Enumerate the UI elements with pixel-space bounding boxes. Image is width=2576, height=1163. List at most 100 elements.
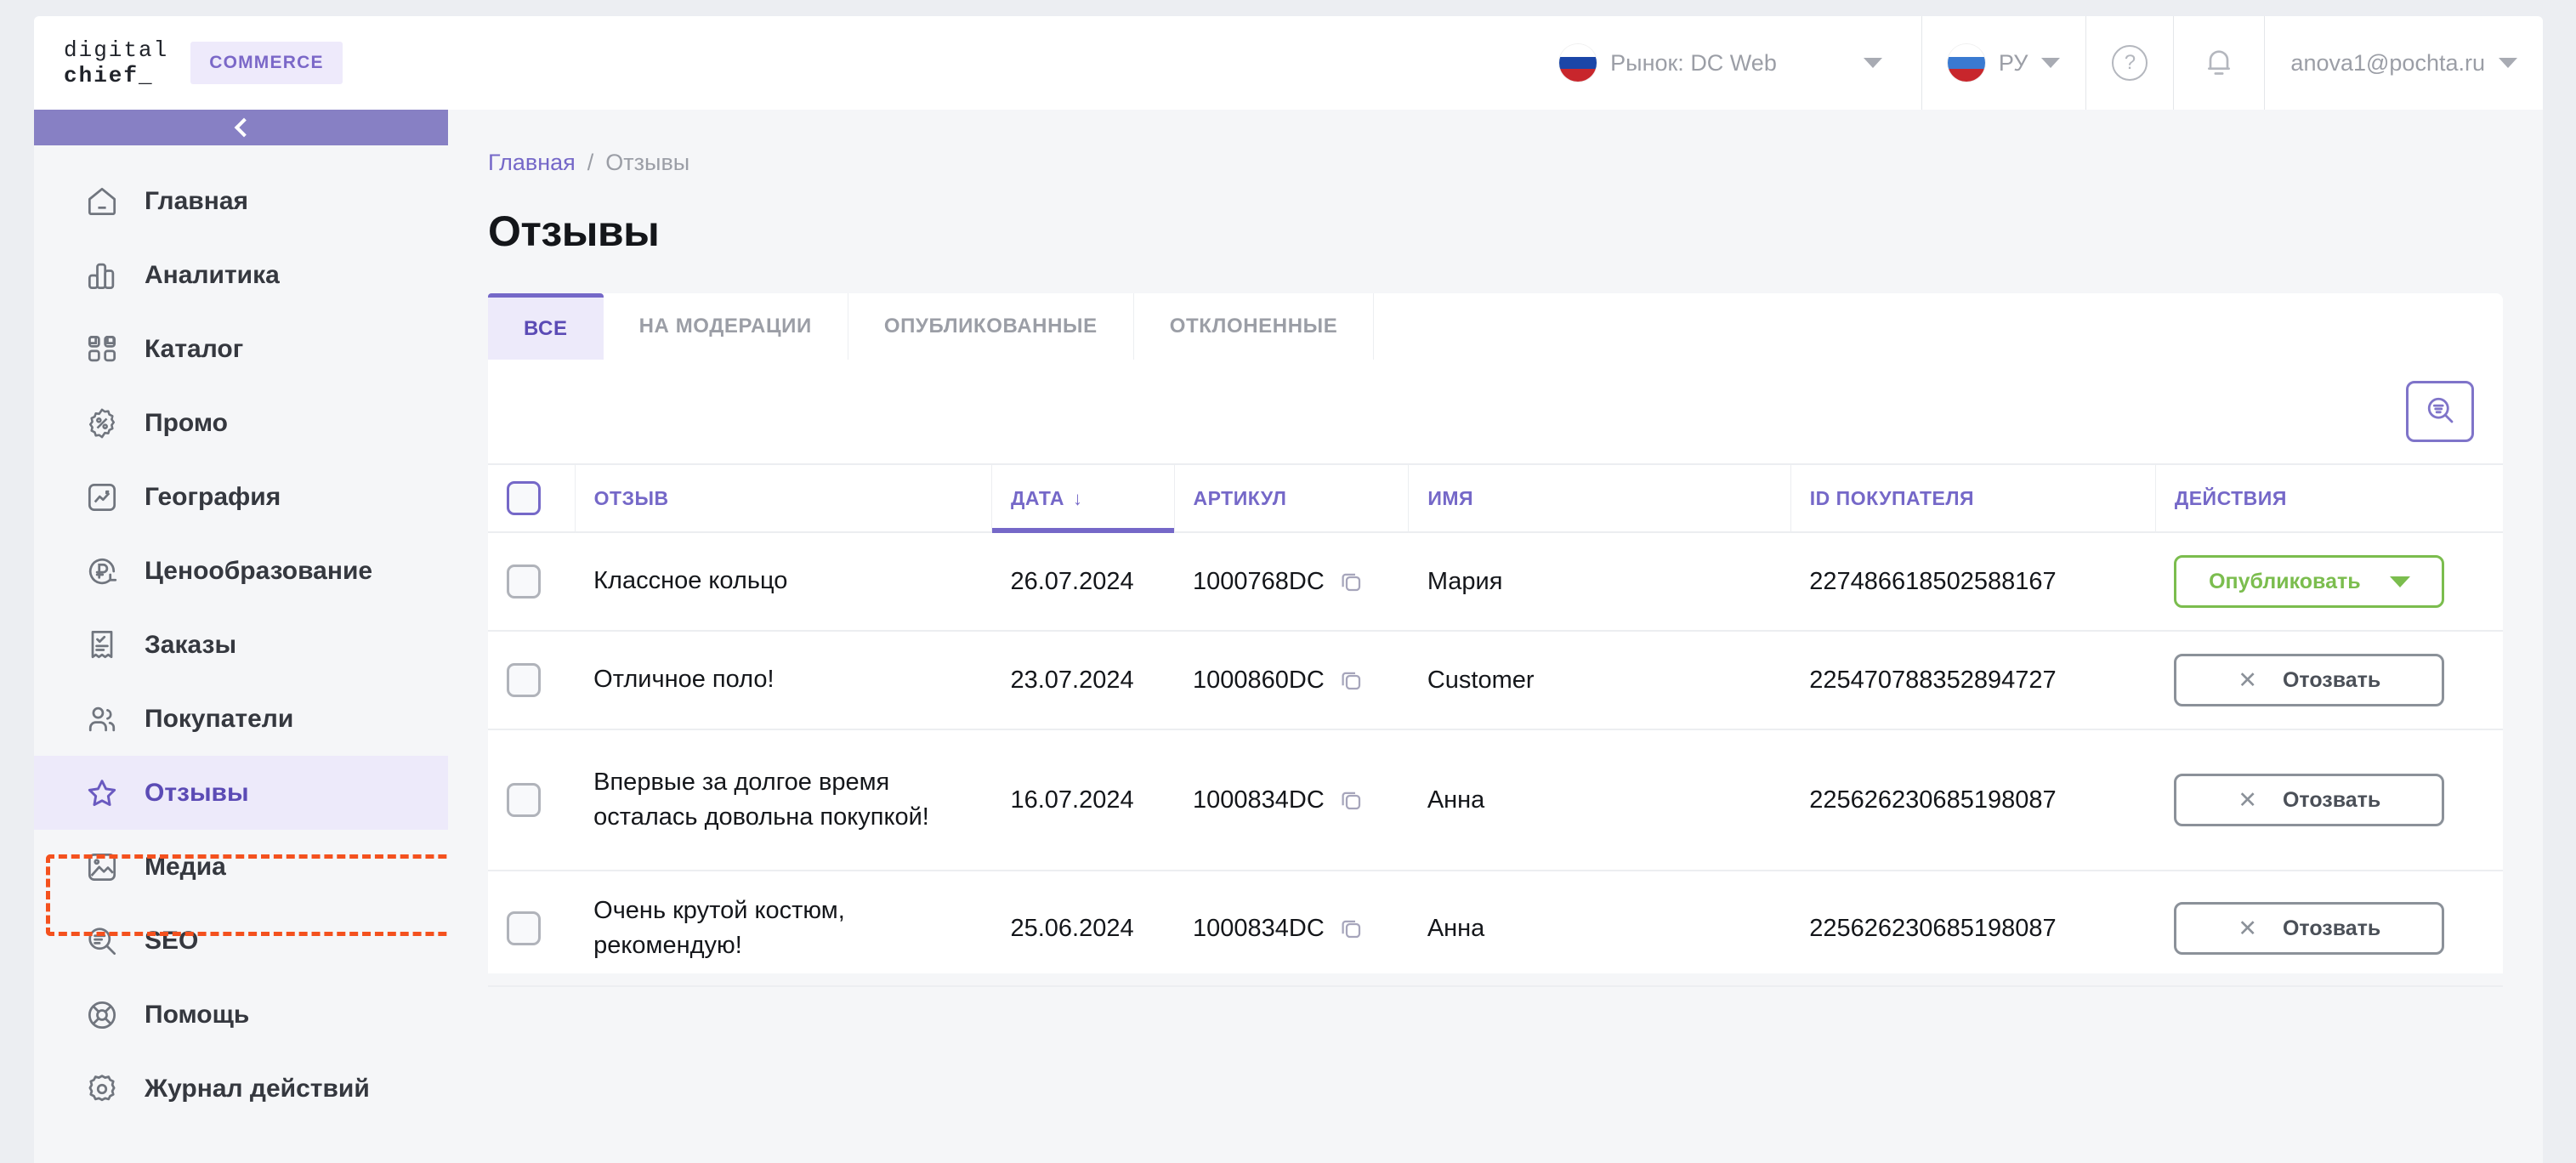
logo-line-1: digital	[64, 37, 169, 63]
sidebar-item-media[interactable]: Медиа	[34, 830, 448, 904]
sidebar-item-label: Главная	[145, 186, 249, 215]
publish-button[interactable]: Опубликовать	[2174, 555, 2445, 608]
row-checkbox[interactable]	[507, 911, 541, 946]
app-root: digital chief_ COMMERCE Рынок: DC Web РУ…	[0, 0, 2576, 1163]
column-header-date[interactable]: ДАТА ↓	[991, 463, 1175, 534]
copy-icon[interactable]	[1338, 916, 1364, 941]
revoke-button[interactable]: ✕ Отозвать	[2174, 774, 2445, 826]
row-article-cell: 1000860DC	[1174, 631, 1409, 730]
row-name: Анна	[1408, 729, 1791, 871]
language-selector[interactable]: РУ	[1921, 16, 2086, 110]
table-row[interactable]: Впервые за долгое время осталась довольн…	[488, 729, 2503, 871]
row-article: 1000834DC	[1193, 786, 1325, 814]
column-header-date-label: ДАТА	[1010, 486, 1065, 509]
top-header: digital chief_ COMMERCE Рынок: DC Web РУ…	[34, 16, 2543, 110]
chevron-down-icon	[2499, 58, 2517, 68]
copy-icon[interactable]	[1338, 569, 1364, 594]
bar-chart-icon	[83, 257, 121, 294]
users-icon	[83, 701, 121, 738]
row-name: Мария	[1408, 532, 1791, 632]
sidebar-item-zhurnal-deystviy[interactable]: Журнал действий	[34, 1052, 448, 1126]
revoke-button[interactable]: ✕ Отозвать	[2174, 654, 2445, 706]
sidebar-item-label: Отзывы	[145, 778, 249, 807]
sidebar-collapse-button[interactable]	[34, 110, 448, 145]
search-filter-button[interactable]	[2406, 381, 2474, 442]
row-review-text: Отличное поло!	[575, 631, 992, 730]
tab-all[interactable]: ВСЕ	[488, 293, 604, 360]
sidebar-item-cenoobrazovanie[interactable]: Ценообразование	[34, 534, 448, 608]
tab-published[interactable]: ОПУБЛИКОВАННЫЕ	[848, 293, 1134, 360]
sidebar-item-pomoshch[interactable]: Помощь	[34, 978, 448, 1052]
reviews-card: ВСЕ НА МОДЕРАЦИИ ОПУБЛИКОВАННЫЕ ОТКЛОНЕН…	[488, 293, 2503, 988]
russia-flag-icon	[1559, 44, 1597, 82]
sidebar-nav: Главная Аналитика Каталог Промо Географи…	[34, 145, 448, 1126]
home-icon	[83, 183, 121, 220]
column-header-article[interactable]: АРТИКУЛ	[1174, 463, 1410, 533]
sidebar-item-label: Медиа	[145, 852, 226, 881]
select-all-header	[488, 463, 576, 533]
column-header-customer-id[interactable]: ID ПОКУПАТЕЛЯ	[1790, 463, 2156, 533]
column-header-actions: ДЕЙСТВИЯ	[2155, 463, 2503, 533]
image-icon	[83, 848, 121, 886]
sidebar-item-label: Каталог	[145, 334, 244, 363]
market-selector[interactable]: Рынок: DC Web	[1534, 16, 1921, 110]
question-mark-icon: ?	[2112, 45, 2148, 81]
sidebar-item-label: Покупатели	[145, 704, 294, 733]
search-filter-icon	[2422, 392, 2458, 432]
chevron-down-icon	[1863, 58, 1882, 68]
row-article: 1000768DC	[1193, 567, 1325, 595]
select-all-checkbox[interactable]	[507, 481, 541, 515]
column-header-name[interactable]: ИМЯ	[1408, 463, 1791, 533]
row-checkbox[interactable]	[507, 663, 541, 697]
user-menu[interactable]: anova1@pochta.ru	[2264, 16, 2543, 110]
copy-icon[interactable]	[1338, 787, 1364, 813]
sort-desc-icon: ↓	[1073, 487, 1083, 509]
chevron-down-icon	[2389, 576, 2410, 587]
row-select-cell	[488, 871, 576, 988]
star-icon	[83, 774, 121, 812]
percent-badge-icon	[83, 405, 121, 442]
sidebar-item-zakazy[interactable]: Заказы	[34, 608, 448, 682]
breadcrumb-home-link[interactable]: Главная	[488, 150, 576, 176]
table-row[interactable]: Очень крутой костюм, рекомендую! 25.06.2…	[488, 871, 2503, 988]
breadcrumb: Главная / Отзывы	[488, 150, 2503, 176]
gear-icon	[83, 1070, 121, 1108]
chevron-left-icon	[234, 117, 253, 138]
language-label: РУ	[1998, 49, 2028, 76]
row-review-text: Очень крутой костюм, рекомендую!	[575, 871, 992, 988]
sidebar-item-label: Заказы	[145, 630, 237, 659]
table-row[interactable]: Классное кольцо 26.07.2024 1000768DC Мар…	[488, 532, 2503, 632]
sidebar-item-seo[interactable]: SEO	[34, 904, 448, 978]
row-checkbox[interactable]	[507, 564, 541, 599]
revoke-button[interactable]: ✕ Отозвать	[2174, 902, 2445, 956]
row-checkbox[interactable]	[507, 783, 541, 817]
row-actions-cell: Опубликовать	[2155, 532, 2503, 632]
row-date: 26.07.2024	[991, 532, 1174, 632]
sidebar-item-label: Ценообразование	[145, 556, 373, 585]
row-name: Customer	[1408, 631, 1791, 730]
column-header-review[interactable]: ОТЗЫВ	[575, 463, 992, 533]
tab-moderation[interactable]: НА МОДЕРАЦИИ	[604, 293, 848, 360]
tab-rejected[interactable]: ОТКЛОНЕННЫЕ	[1134, 293, 1375, 360]
commerce-badge: COMMERCE	[190, 42, 343, 84]
sidebar-item-analitika[interactable]: Аналитика	[34, 238, 448, 312]
close-icon: ✕	[2238, 667, 2257, 693]
main-content: Главная / Отзывы Отзывы ВСЕ НА МОДЕРАЦИИ…	[448, 110, 2543, 1163]
user-email: anova1@pochta.ru	[2290, 49, 2485, 76]
sidebar-item-label: Помощь	[145, 1000, 250, 1029]
copy-icon[interactable]	[1338, 667, 1364, 693]
sidebar-item-geografiya[interactable]: География	[34, 460, 448, 534]
row-article-cell: 1000834DC	[1174, 729, 1409, 871]
sidebar-item-otzyvy[interactable]: Отзывы	[34, 756, 448, 830]
notifications-button[interactable]	[2173, 16, 2264, 110]
help-button[interactable]: ?	[2085, 16, 2173, 110]
sidebar-item-katalog[interactable]: Каталог	[34, 312, 448, 386]
sidebar-item-promo[interactable]: Промо	[34, 386, 448, 460]
sidebar-item-pokupateli[interactable]: Покупатели	[34, 682, 448, 756]
table-head: ОТЗЫВ ДАТА ↓ АРТИКУЛ ИМЯ ID ПОКУПАТЕЛЯ ДЕ…	[488, 463, 2503, 534]
row-article-cell: 1000768DC	[1174, 532, 1409, 632]
logo[interactable]: digital chief_	[64, 37, 168, 88]
sidebar-item-label: География	[145, 482, 281, 511]
sidebar-item-glavnaya[interactable]: Главная	[34, 164, 448, 238]
table-row[interactable]: Отличное поло! 23.07.2024 1000860DC Cust…	[488, 631, 2503, 730]
